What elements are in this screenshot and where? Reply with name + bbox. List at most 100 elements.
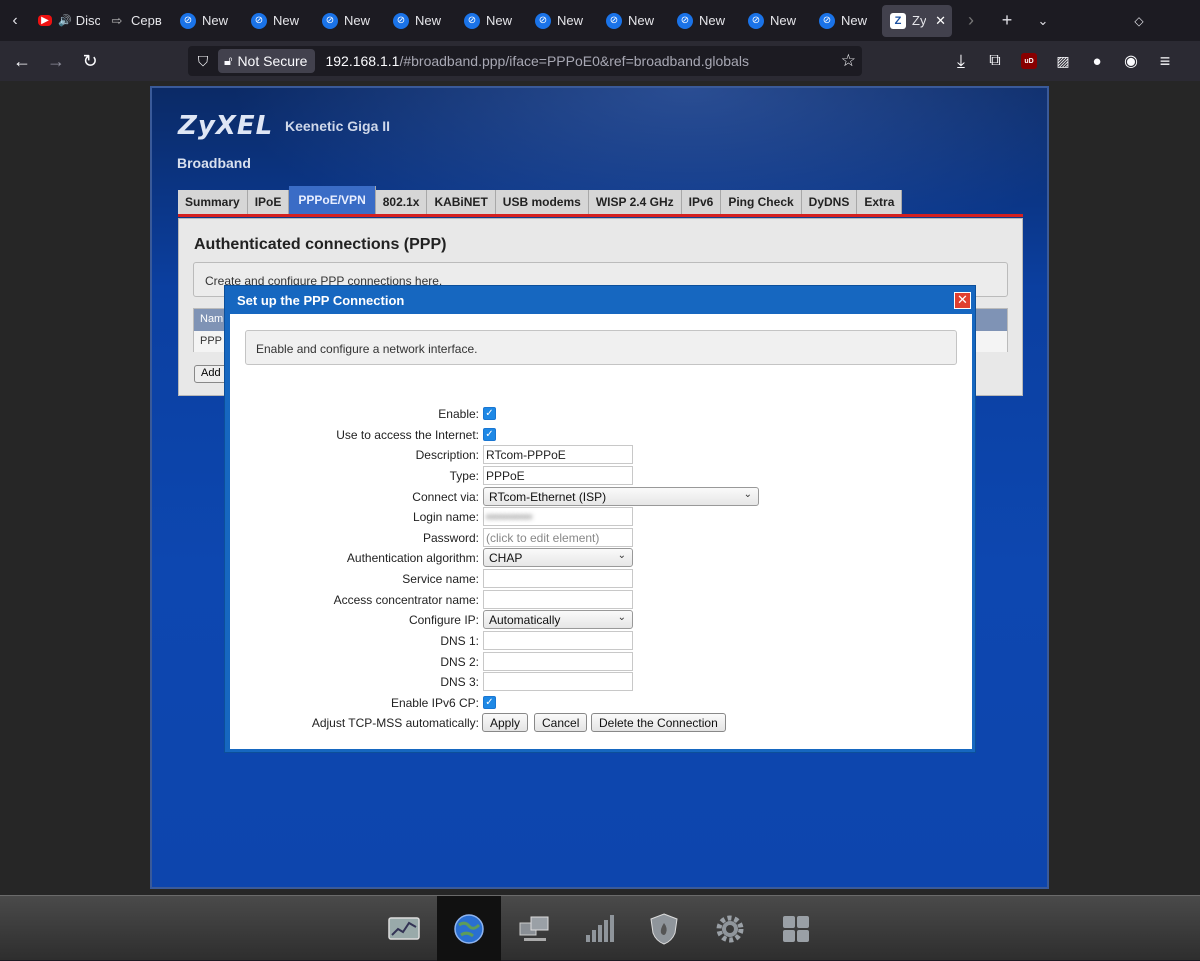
url-path: /#broadband.ppp/iface=PPPoE0&ref=broadba… (399, 53, 749, 69)
wifi-signal-icon[interactable] (567, 896, 631, 961)
new-tab-icon: ⊘ (819, 12, 835, 29)
ipv6cp-checkbox[interactable]: ✓ (483, 696, 496, 709)
service-name-input[interactable] (483, 569, 633, 588)
service-label: Service name: (402, 572, 479, 586)
tab-ipoe[interactable]: IPoE (247, 190, 290, 214)
browser-tab-active[interactable]: Z Zy ✕ (882, 4, 952, 37)
image-extension-icon[interactable]: ▨ (1046, 46, 1080, 76)
type-row: Type: PPPoE (230, 466, 972, 486)
toolbar-extensions: ⤓ ⧉ uD ▨ ● ◉ ≡ (944, 46, 1182, 76)
browser-tab[interactable]: ▶ 🔊 Disco (30, 5, 100, 37)
tracking-shield-icon[interactable]: ⛉ (188, 53, 218, 70)
menu-hamburger-icon[interactable]: ≡ (1148, 46, 1182, 76)
dialog-action-buttons: Apply Cancel Delete the Connection (229, 713, 971, 733)
auth-algorithm-select[interactable]: CHAP ⌄ (483, 548, 633, 567)
back-arrow-icon[interactable]: ← (5, 46, 39, 76)
applications-grid-icon[interactable] (764, 896, 828, 961)
url-text[interactable]: 192.168.1.1/#broadband.ppp/iface=PPPoE0&… (325, 53, 748, 69)
concentrator-row: Access concentrator name: (230, 590, 972, 610)
list-tabs-chevron-icon[interactable]: ⌄ (1025, 13, 1061, 29)
tab-title: Zy (912, 13, 927, 28)
description-input[interactable]: RTcom-PPPoE (483, 445, 633, 464)
dns3-input[interactable] (483, 672, 633, 691)
close-icon[interactable]: ✕ (954, 292, 971, 309)
browser-tab[interactable]: ⊘ New (811, 5, 881, 37)
browser-tab[interactable]: ⊘ New (243, 5, 313, 37)
concentrator-input[interactable] (483, 590, 633, 609)
broadband-tabs: Summary IPoE PPPoE/VPN 802.1x KABiNET US… (178, 186, 903, 214)
forward-arrow-icon[interactable]: → (39, 46, 73, 76)
service-row: Service name: (230, 569, 972, 589)
router-dock (0, 895, 1200, 961)
dns2-input[interactable] (483, 652, 633, 671)
browser-tab[interactable]: ⊘ New (172, 5, 242, 37)
browser-tab[interactable]: ⇨ Серв (101, 5, 171, 37)
tab-8021x[interactable]: 802.1x (375, 190, 428, 214)
tab-kabinet[interactable]: KABiNET (427, 190, 496, 214)
leaf-extension-icon[interactable]: ● (1080, 46, 1114, 76)
tab-title: New (344, 13, 371, 28)
tab-pppoe-vpn[interactable]: PPPoE/VPN (289, 186, 376, 214)
ublock-icon[interactable]: uD (1012, 46, 1046, 76)
tab-ping-check[interactable]: Ping Check (721, 190, 802, 214)
tab-ipv6[interactable]: IPv6 (681, 190, 722, 214)
browser-tab[interactable]: ⊘ New (456, 5, 526, 37)
connect-via-select[interactable]: RTcom-Ethernet (ISP) ⌄ (483, 487, 759, 506)
browser-tab[interactable]: ⊘ New (314, 5, 384, 37)
bookmark-star-icon[interactable]: ☆ (841, 51, 856, 71)
window-restore-icon[interactable]: ◇ (1121, 14, 1157, 28)
audio-playing-icon[interactable]: 🔊 (58, 14, 72, 27)
type-input[interactable]: PPPoE (483, 466, 633, 485)
new-tab-icon: ⊘ (251, 12, 267, 29)
browser-tab[interactable]: ⊘ New (669, 5, 739, 37)
downloads-icon[interactable]: ⤓ (944, 46, 978, 76)
add-connection-button[interactable]: Add (194, 365, 228, 383)
address-bar[interactable]: ⛉ 🔓︎ Not Secure 192.168.1.1/#broadband.p… (188, 46, 862, 76)
tab-usb-modems[interactable]: USB modems (495, 190, 589, 214)
security-indicator[interactable]: 🔓︎ Not Secure (218, 49, 316, 73)
tab-scroll-right-icon[interactable]: › (953, 10, 989, 31)
apply-button[interactable]: Apply (482, 713, 529, 732)
tab-scroll-left-icon[interactable]: ‹ (0, 0, 30, 41)
enable-checkbox[interactable]: ✓ (483, 407, 496, 420)
panel-title: Authenticated connections (PPP) (194, 236, 447, 253)
section-title: Broadband (177, 155, 251, 171)
delete-connection-button[interactable]: Delete the Connection (591, 713, 726, 732)
reload-icon[interactable]: ↻ (73, 46, 107, 76)
dialog-title: Set up the PPP Connection (237, 293, 405, 308)
tab-extra[interactable]: Extra (857, 190, 903, 214)
security-shield-icon[interactable] (632, 896, 696, 961)
account-circle-icon[interactable]: ◉ (1114, 46, 1148, 76)
new-tab-icon: ⊘ (535, 12, 551, 29)
system-gear-icon[interactable] (698, 896, 762, 961)
extensions-puzzle-icon[interactable]: ⧉ (978, 46, 1012, 76)
concentrator-label: Access concentrator name: (333, 593, 479, 607)
login-label: Login name: (412, 510, 479, 524)
close-tab-icon[interactable]: ✕ (935, 13, 946, 29)
monitor-icon[interactable] (372, 896, 436, 961)
password-input[interactable]: (click to edit element) (483, 528, 633, 547)
youtube-icon: ▶ (38, 15, 52, 26)
configure-ip-select[interactable]: Automatically ⌄ (483, 610, 633, 629)
cancel-button[interactable]: Cancel (534, 713, 588, 732)
browser-tab[interactable]: ⊘ New (527, 5, 597, 37)
new-tab-plus-icon[interactable]: + (989, 10, 1025, 31)
browser-tab[interactable]: ⊘ New (598, 5, 668, 37)
enable-label: Enable: (438, 407, 479, 421)
home-network-icon[interactable] (502, 896, 566, 961)
internet-globe-icon[interactable] (437, 896, 501, 961)
browser-tab[interactable]: ⊘ New (385, 5, 455, 37)
login-input[interactable]: ••••••••••• (483, 507, 633, 526)
tab-wisp[interactable]: WISP 2.4 GHz (588, 190, 682, 214)
tab-summary[interactable]: Summary (178, 190, 248, 214)
tab-dydns[interactable]: DyDNS (801, 190, 858, 214)
chevron-down-icon: ⌄ (743, 489, 752, 500)
new-tab-icon: ⊘ (606, 12, 622, 29)
browser-tab[interactable]: ⊘ New (740, 5, 810, 37)
tab-title: New (628, 13, 655, 28)
dns1-label: DNS 1: (440, 634, 479, 648)
internet-access-checkbox[interactable]: ✓ (483, 428, 496, 441)
dns1-input[interactable] (483, 631, 633, 650)
tab-title: New (841, 13, 868, 28)
tab-title: Серв (131, 13, 162, 28)
